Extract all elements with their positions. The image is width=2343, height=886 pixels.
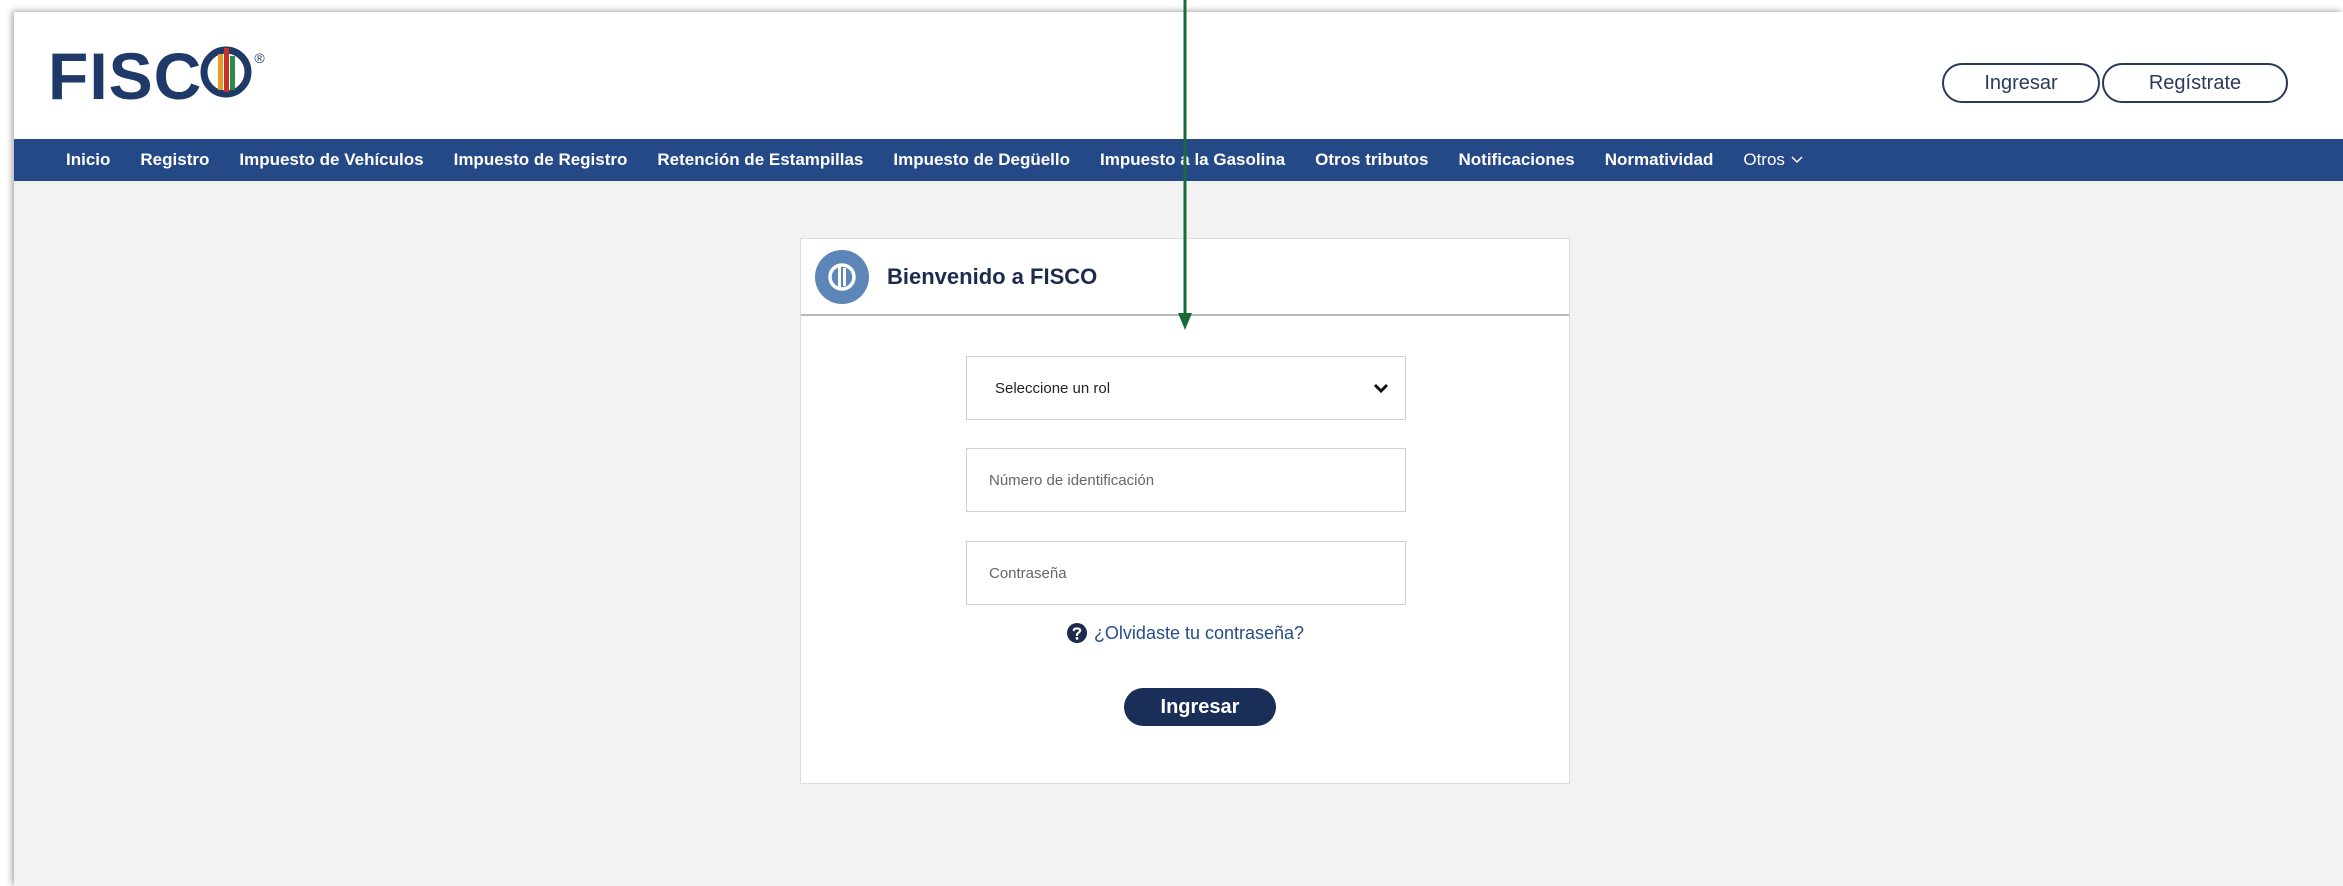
annotation-arrow-icon [1178,0,1192,330]
